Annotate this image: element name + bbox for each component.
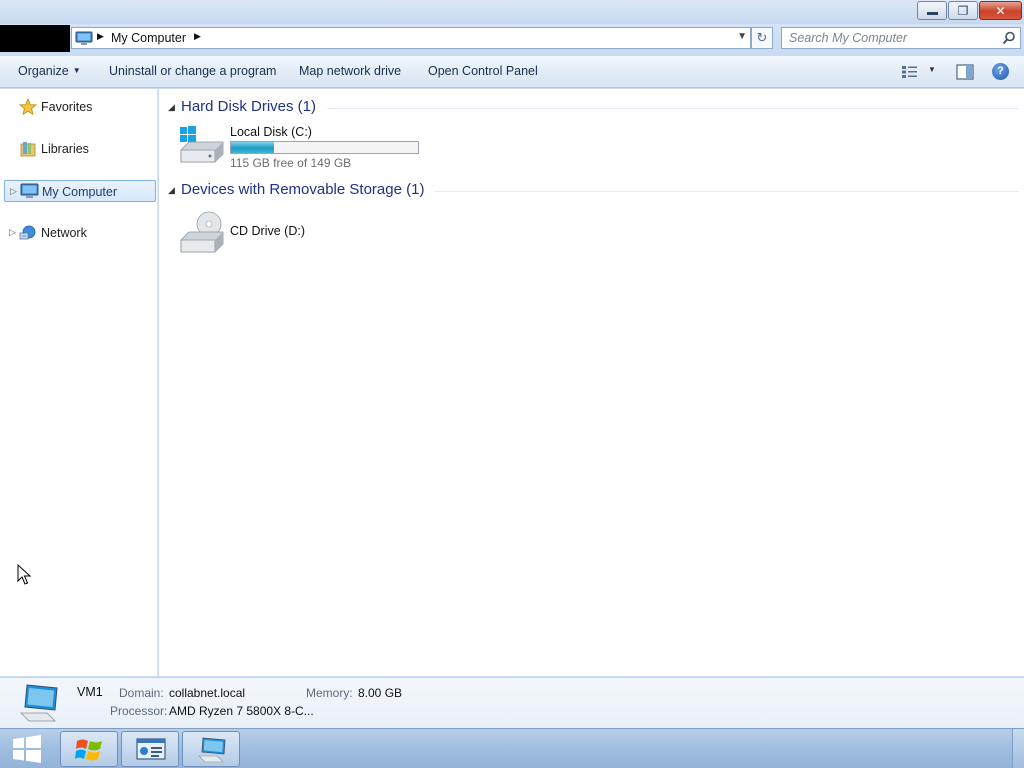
minimize-button[interactable] (917, 1, 947, 20)
control-panel-icon (136, 738, 166, 760)
windows-flag-icon (75, 739, 102, 761)
organize-label: Organize (18, 64, 69, 78)
search-box[interactable] (781, 27, 1021, 49)
group-title: Hard Disk Drives (1) (181, 98, 317, 115)
hard-disk-icon (180, 126, 224, 163)
expand-arrow-icon[interactable]: ▷ (10, 186, 17, 197)
show-desktop-button[interactable] (1012, 729, 1024, 768)
navigation-pane: Favorites Libraries ▷ My Computer ▷ Netw… (0, 89, 158, 676)
minimize-icon (927, 12, 938, 15)
sidebar-item-label: Libraries (41, 142, 89, 156)
network-icon (19, 225, 36, 240)
taskbar-app-windows-flag[interactable] (60, 731, 118, 767)
chevron-down-icon: ▼ (72, 66, 81, 75)
organize-button[interactable]: Organize ▼ (18, 64, 81, 78)
close-icon: ✕ (995, 4, 1006, 18)
computer-icon (75, 31, 93, 45)
processor-label: Processor: (110, 704, 168, 718)
sidebar-item-my-computer[interactable]: ▷ My Computer (4, 180, 156, 202)
sidebar-item-libraries[interactable]: Libraries (4, 138, 156, 160)
computer-icon (198, 737, 226, 763)
drive-free-space: 115 GB free of 149 GB (230, 156, 352, 170)
address-bar[interactable]: ▶ My Computer ▶ ▼ (71, 27, 751, 49)
group-divider (327, 108, 1019, 109)
collapse-arrow-icon[interactable]: ◢ (168, 185, 175, 196)
open-control-panel-button[interactable]: Open Control Panel (428, 64, 538, 78)
taskbar-app-control-panel[interactable] (121, 731, 179, 767)
memory-label: Memory: (306, 686, 353, 700)
command-bar: Organize ▼ Uninstall or change a program … (0, 56, 1024, 88)
uninstall-button[interactable]: Uninstall or change a program (109, 64, 276, 78)
start-button[interactable] (0, 729, 56, 768)
address-row: ▶ My Computer ▶ ▼ ↻ (0, 24, 1024, 53)
breadcrumb-my-computer[interactable]: My Computer (111, 31, 186, 45)
close-button[interactable]: ✕ (979, 1, 1022, 20)
taskbar-app-my-computer[interactable] (182, 731, 240, 767)
domain-value: collabnet.local (169, 686, 246, 700)
address-dropdown-icon[interactable]: ▼ (737, 31, 747, 42)
drive-name: CD Drive (D:) (230, 224, 305, 238)
drive-name: Local Disk (C:) (230, 125, 312, 139)
change-view-icon[interactable] (901, 65, 919, 79)
memory-value: 8.00 GB (358, 686, 403, 700)
maximize-button[interactable]: ❐ (948, 1, 978, 20)
sidebar-item-favorites[interactable]: Favorites (4, 96, 156, 118)
drive-local-disk-c[interactable]: Local Disk (C:) 115 GB free of 149 GB (179, 124, 419, 170)
breadcrumb-arrow-icon[interactable]: ▶ (97, 31, 104, 42)
domain-label: Domain: (119, 686, 164, 700)
cd-drive-icon (180, 211, 224, 253)
content-pane: ◢ Hard Disk Drives (1) Local Disk (C:) 1… (159, 89, 1024, 676)
taskbar (0, 728, 1024, 768)
window-controls: ❐ ✕ (916, 1, 1022, 20)
windows-logo-icon (13, 735, 41, 763)
computer-large-icon (20, 684, 58, 722)
restore-icon: ❐ (957, 4, 969, 18)
help-icon[interactable]: ? (992, 63, 1009, 80)
star-icon (19, 98, 37, 116)
sidebar-item-label: Network (41, 226, 87, 240)
search-icon[interactable] (1002, 31, 1016, 45)
refresh-button[interactable]: ↻ (751, 27, 773, 49)
group-header-removable-storage[interactable]: ◢ Devices with Removable Storage (1) (167, 181, 1019, 201)
group-title: Devices with Removable Storage (1) (181, 181, 425, 198)
mouse-cursor-icon (17, 564, 32, 585)
drive-usage-fill (231, 142, 274, 153)
title-bar: ❐ ✕ (0, 0, 1024, 24)
libraries-icon (20, 142, 36, 157)
search-input[interactable] (789, 28, 999, 48)
group-header-hard-disk-drives[interactable]: ◢ Hard Disk Drives (1) (167, 98, 1019, 118)
drive-usage-bar (230, 141, 419, 154)
view-options-dropdown-icon[interactable]: ▼ (928, 65, 936, 74)
drive-cd-d[interactable]: CD Drive (D:) (179, 210, 359, 256)
sidebar-item-label: Favorites (41, 100, 93, 114)
preview-pane-icon[interactable] (956, 64, 974, 80)
sidebar-item-label: My Computer (42, 185, 118, 199)
group-divider (435, 191, 1019, 192)
collapse-arrow-icon[interactable]: ◢ (168, 102, 175, 113)
details-pane: VM1 Domain: collabnet.local Memory: 8.00… (0, 677, 1024, 728)
sidebar-item-network[interactable]: ▷ Network (4, 222, 156, 244)
expand-arrow-icon[interactable]: ▷ (9, 227, 16, 238)
processor-value: AMD Ryzen 7 5800X 8-C... (169, 704, 314, 718)
map-network-drive-button[interactable]: Map network drive (299, 64, 401, 78)
breadcrumb-arrow-icon[interactable]: ▶ (194, 31, 201, 42)
computer-icon (20, 183, 39, 198)
back-forward-buttons[interactable] (0, 25, 70, 52)
computer-name: VM1 (77, 685, 103, 699)
